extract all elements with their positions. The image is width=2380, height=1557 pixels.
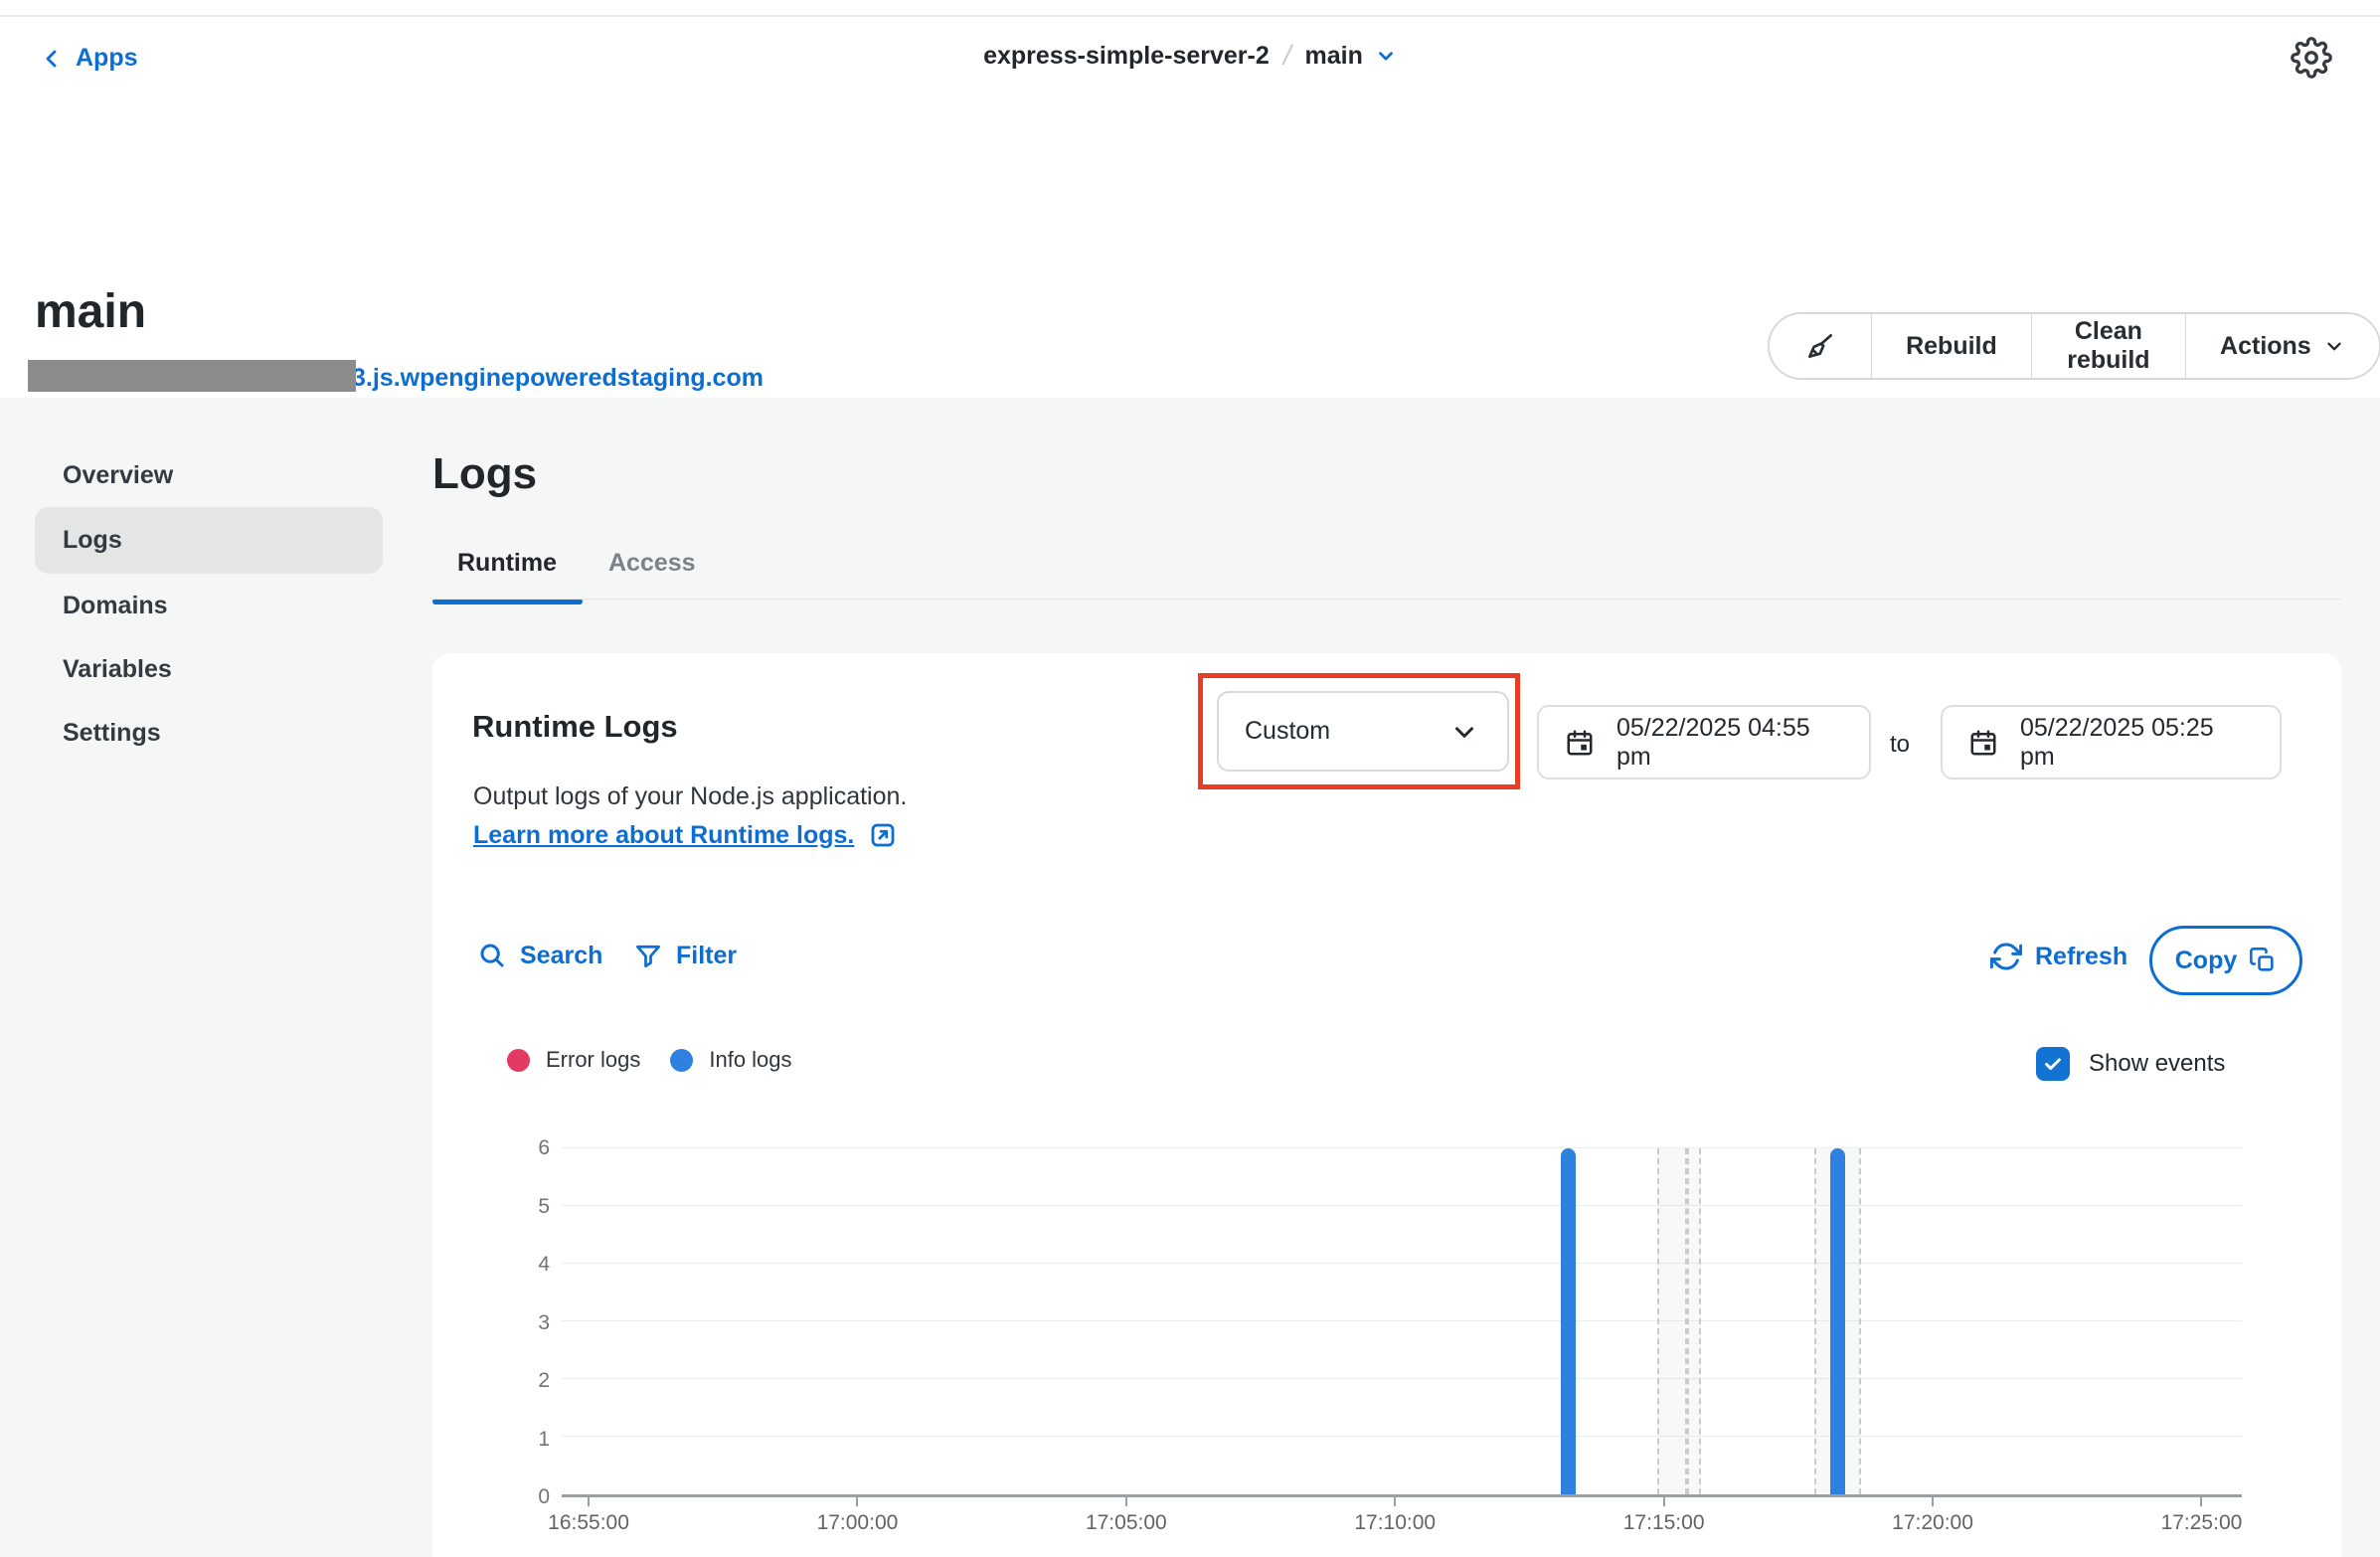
breadcrumb: express-simple-server-2 / main: [0, 40, 2380, 72]
sidebar-item-domains[interactable]: Domains: [35, 574, 383, 637]
filter-funnel-icon: [633, 941, 663, 970]
breadcrumb-environment: main: [1305, 42, 1363, 71]
refresh-label: Refresh: [2035, 943, 2127, 971]
filter-label: Filter: [676, 942, 737, 970]
logs-page-title: Logs: [432, 449, 537, 499]
page: Apps express-simple-server-2 / main main: [0, 0, 2380, 1557]
copy-label: Copy: [2175, 947, 2238, 975]
learn-more-link[interactable]: Learn more about Runtime logs.: [473, 820, 898, 850]
error-logs-dot: [507, 1049, 530, 1072]
date-from-field[interactable]: 05/22/2025 04:55 pm: [1537, 705, 1871, 779]
search-label: Search: [520, 942, 602, 970]
tab-runtime[interactable]: Runtime: [432, 549, 583, 602]
logs-tabs: Runtime Access: [432, 549, 722, 602]
chevron-down-icon: [2323, 335, 2345, 357]
chart-plot: [562, 1148, 2242, 1497]
actions-label: Actions: [2220, 332, 2311, 361]
sidebar-item-variables[interactable]: Variables: [35, 637, 383, 701]
show-events-toggle[interactable]: Show events: [2036, 1047, 2225, 1081]
show-events-checkbox[interactable]: [2036, 1047, 2070, 1081]
rebuild-button[interactable]: Rebuild: [1872, 314, 2031, 378]
info-logs-dot: [670, 1049, 693, 1072]
time-range-select[interactable]: Custom: [1217, 691, 1509, 772]
refresh-icon: [1990, 941, 2022, 972]
filter-button[interactable]: Filter: [633, 941, 737, 970]
sidebar-item-logs[interactable]: Logs: [35, 507, 383, 574]
refresh-button[interactable]: Refresh: [1990, 941, 2127, 972]
broom-icon: [1803, 329, 1837, 363]
learn-more-label: Learn more about Runtime logs.: [473, 821, 854, 850]
clean-broom-button[interactable]: [1770, 314, 1871, 378]
show-events-label: Show events: [2089, 1050, 2225, 1078]
error-logs-label: Error logs: [546, 1047, 640, 1073]
sidebar: Overview Logs Domains Variables Settings: [35, 443, 383, 765]
chart-legend: Error logs Info logs: [507, 1047, 792, 1073]
date-to-field[interactable]: 05/22/2025 05:25 pm: [1941, 705, 2282, 779]
top-header: Apps express-simple-server-2 / main: [0, 0, 2380, 89]
environment-switcher[interactable]: main: [1305, 42, 1397, 71]
sidebar-item-overview[interactable]: Overview: [35, 443, 383, 507]
info-logs-label: Info logs: [709, 1047, 791, 1073]
chevron-down-icon: [1375, 45, 1397, 67]
legend-item-error-logs: Error logs: [507, 1047, 640, 1073]
breadcrumb-separator: /: [1279, 40, 1294, 72]
date-to-value: 05/22/2025 05:25 pm: [2020, 714, 2254, 772]
build-actions-group: Rebuild Clean rebuild Actions: [1768, 312, 2380, 380]
date-from-value: 05/22/2025 04:55 pm: [1616, 714, 1843, 772]
runtime-logs-title: Runtime Logs: [472, 709, 678, 745]
actions-dropdown-button[interactable]: Actions: [2186, 314, 2379, 378]
to-label: to: [1890, 731, 1910, 759]
chart-y-labels: 0123456: [490, 1148, 550, 1497]
tabs-hairline: [432, 599, 2341, 600]
chevron-down-icon: [1449, 717, 1479, 747]
app-url-visible-text: 3.js.wpenginepoweredstaging.com: [352, 364, 764, 393]
gear-icon: [2291, 37, 2334, 79]
calendar-icon: [1565, 728, 1595, 758]
sidebar-item-settings[interactable]: Settings: [35, 701, 383, 765]
checkmark-icon: [2042, 1053, 2064, 1075]
legend-item-info-logs: Info logs: [670, 1047, 791, 1073]
chart-x-labels: 16:55:0017:00:0017:05:0017:10:0017:15:00…: [562, 1511, 2242, 1541]
copy-icon: [2249, 947, 2277, 974]
search-icon: [477, 941, 507, 970]
chart-bar: [1830, 1148, 1845, 1494]
chart-bar: [1561, 1148, 1576, 1494]
redaction-box: [28, 360, 356, 392]
clean-rebuild-button[interactable]: Clean rebuild: [2032, 314, 2185, 378]
runtime-logs-description: Output logs of your Node.js application.: [473, 782, 907, 811]
time-range-value: Custom: [1245, 717, 1330, 746]
search-button[interactable]: Search: [477, 941, 602, 970]
page-title: main: [35, 284, 146, 339]
calendar-icon: [1968, 728, 1998, 758]
settings-gear-button[interactable]: [2291, 36, 2334, 80]
tab-access[interactable]: Access: [583, 549, 722, 602]
runtime-logs-card: Runtime Logs Custom 05/22/2025 04:55 pm …: [432, 653, 2341, 1557]
breadcrumb-app-name: express-simple-server-2: [983, 42, 1270, 71]
copy-button[interactable]: Copy: [2149, 926, 2302, 995]
external-link-icon: [868, 820, 898, 850]
app-header-section: main 3.js.wpenginepoweredstaging.com Reb…: [0, 89, 2380, 398]
top-hairline: [0, 15, 2380, 17]
